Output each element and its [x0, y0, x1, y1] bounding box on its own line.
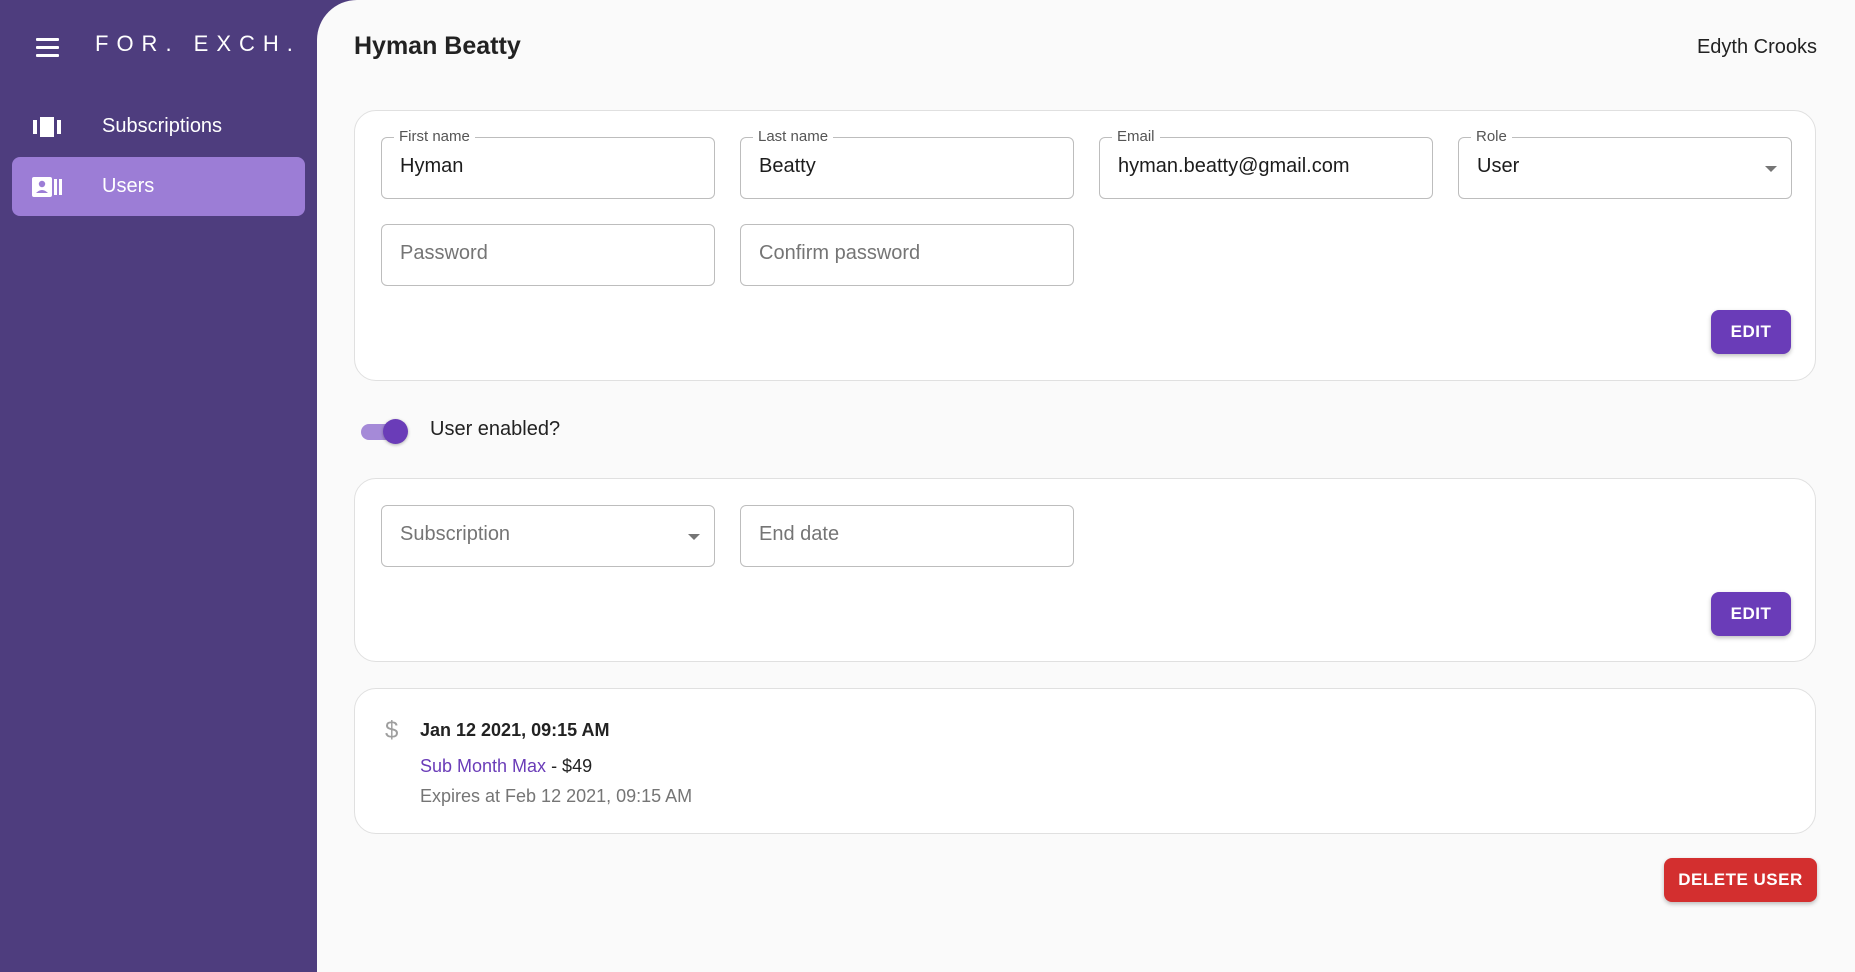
profile-card: First name Last name Email Role User EDI… — [354, 110, 1816, 381]
sidebar-item-users[interactable]: Users — [12, 157, 305, 216]
delete-user-button[interactable]: DELETE USER — [1664, 858, 1817, 902]
plan-price: - $49 — [546, 756, 593, 776]
profile-edit-button[interactable]: EDIT — [1711, 310, 1791, 354]
transaction-card: $ Jan 12 2021, 09:15 AM Sub Month Max - … — [354, 688, 1816, 834]
email-input[interactable] — [1118, 155, 1408, 178]
sidebar: FOR. EXCH. Subscriptions Users — [0, 0, 317, 972]
dollar-icon: $ — [385, 717, 399, 744]
current-user[interactable]: Edyth Crooks — [1697, 36, 1817, 59]
page-title: Hyman Beatty — [354, 32, 521, 60]
sidebar-item-label: Users — [102, 175, 155, 197]
role-label: Role — [1471, 129, 1512, 145]
sidebar-item-label: Subscriptions — [102, 115, 223, 137]
subscription-card: Subscription EDIT — [354, 478, 1816, 662]
subscription-edit-button[interactable]: EDIT — [1711, 592, 1791, 636]
user-enabled-label: User enabled? — [430, 418, 561, 440]
toggle-thumb — [383, 419, 408, 444]
transaction-date: Jan 12 2021, 09:15 AM — [420, 720, 610, 740]
plan-link[interactable]: Sub Month Max — [420, 756, 546, 776]
confirm-password-field[interactable] — [740, 224, 1074, 286]
view-carousel-icon — [32, 116, 62, 138]
app-logo: FOR. EXCH. — [95, 31, 301, 56]
sidebar-item-subscriptions[interactable]: Subscriptions — [12, 97, 305, 156]
end-date-input[interactable] — [759, 523, 1049, 546]
role-select[interactable]: Role User — [1458, 129, 1792, 199]
role-value: User — [1477, 155, 1520, 177]
password-input[interactable] — [400, 242, 690, 265]
last-name-field[interactable]: Last name — [740, 129, 1074, 199]
end-date-field[interactable] — [740, 505, 1074, 567]
menu-icon[interactable] — [26, 30, 68, 64]
email-label: Email — [1112, 129, 1160, 145]
email-field[interactable]: Email — [1099, 129, 1433, 199]
chevron-down-icon — [688, 534, 700, 540]
last-name-label: Last name — [753, 129, 834, 145]
confirm-password-input[interactable] — [759, 242, 1049, 265]
chevron-down-icon — [1765, 166, 1777, 172]
transaction-plan: Sub Month Max - $49 — [420, 756, 592, 777]
first-name-label: First name — [394, 129, 475, 145]
last-name-input[interactable] — [759, 155, 1049, 178]
subscription-select[interactable]: Subscription — [381, 505, 715, 567]
user-enabled-toggle[interactable] — [359, 415, 409, 445]
first-name-input[interactable] — [400, 155, 690, 178]
password-field[interactable] — [381, 224, 715, 286]
main-content: Hyman Beatty Edyth Crooks First name Las… — [317, 0, 1855, 972]
transaction-expiry: Expires at Feb 12 2021, 09:15 AM — [420, 786, 693, 806]
subscription-placeholder: Subscription — [400, 523, 511, 545]
first-name-field[interactable]: First name — [381, 129, 715, 199]
contact-card-icon — [32, 176, 62, 198]
